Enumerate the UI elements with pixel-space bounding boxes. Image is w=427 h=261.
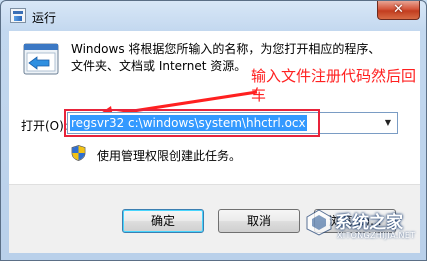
open-label: 打开(O): xyxy=(21,119,68,133)
watermark-title: 系统之家 xyxy=(335,213,403,233)
description-line-1: Windows 将根据您所输入的名称，为您打开相应的程序、 xyxy=(71,42,381,56)
title-bar[interactable]: 运行 ✕ xyxy=(1,1,426,31)
xitongzhijia-logo xyxy=(306,209,332,236)
run-program-icon xyxy=(23,43,59,75)
watermark-url: XITONGZHIJIA.NET xyxy=(337,231,416,240)
dialog-content: Windows 将根据您所输入的名称，为您打开相应的程序、 文件夹、文档或 In… xyxy=(9,31,420,184)
close-button[interactable]: ✕ xyxy=(377,1,420,20)
window-title: 运行 xyxy=(32,11,57,25)
annotation-text: 输入文件注册代码然后回车 xyxy=(251,67,417,104)
run-dialog-icon xyxy=(10,8,26,23)
ok-button[interactable]: 确定 xyxy=(122,209,204,233)
uac-shield-icon xyxy=(71,145,86,161)
dropdown-arrow-icon[interactable]: ▼ xyxy=(381,116,395,130)
admin-privilege-note: 使用管理权限创建此任务。 xyxy=(97,149,242,163)
annotation-highlight-box xyxy=(64,109,320,137)
watermark: 系统之家 XITONGZHIJIA.NET xyxy=(305,202,427,261)
cancel-button[interactable]: 取消 xyxy=(218,209,300,233)
